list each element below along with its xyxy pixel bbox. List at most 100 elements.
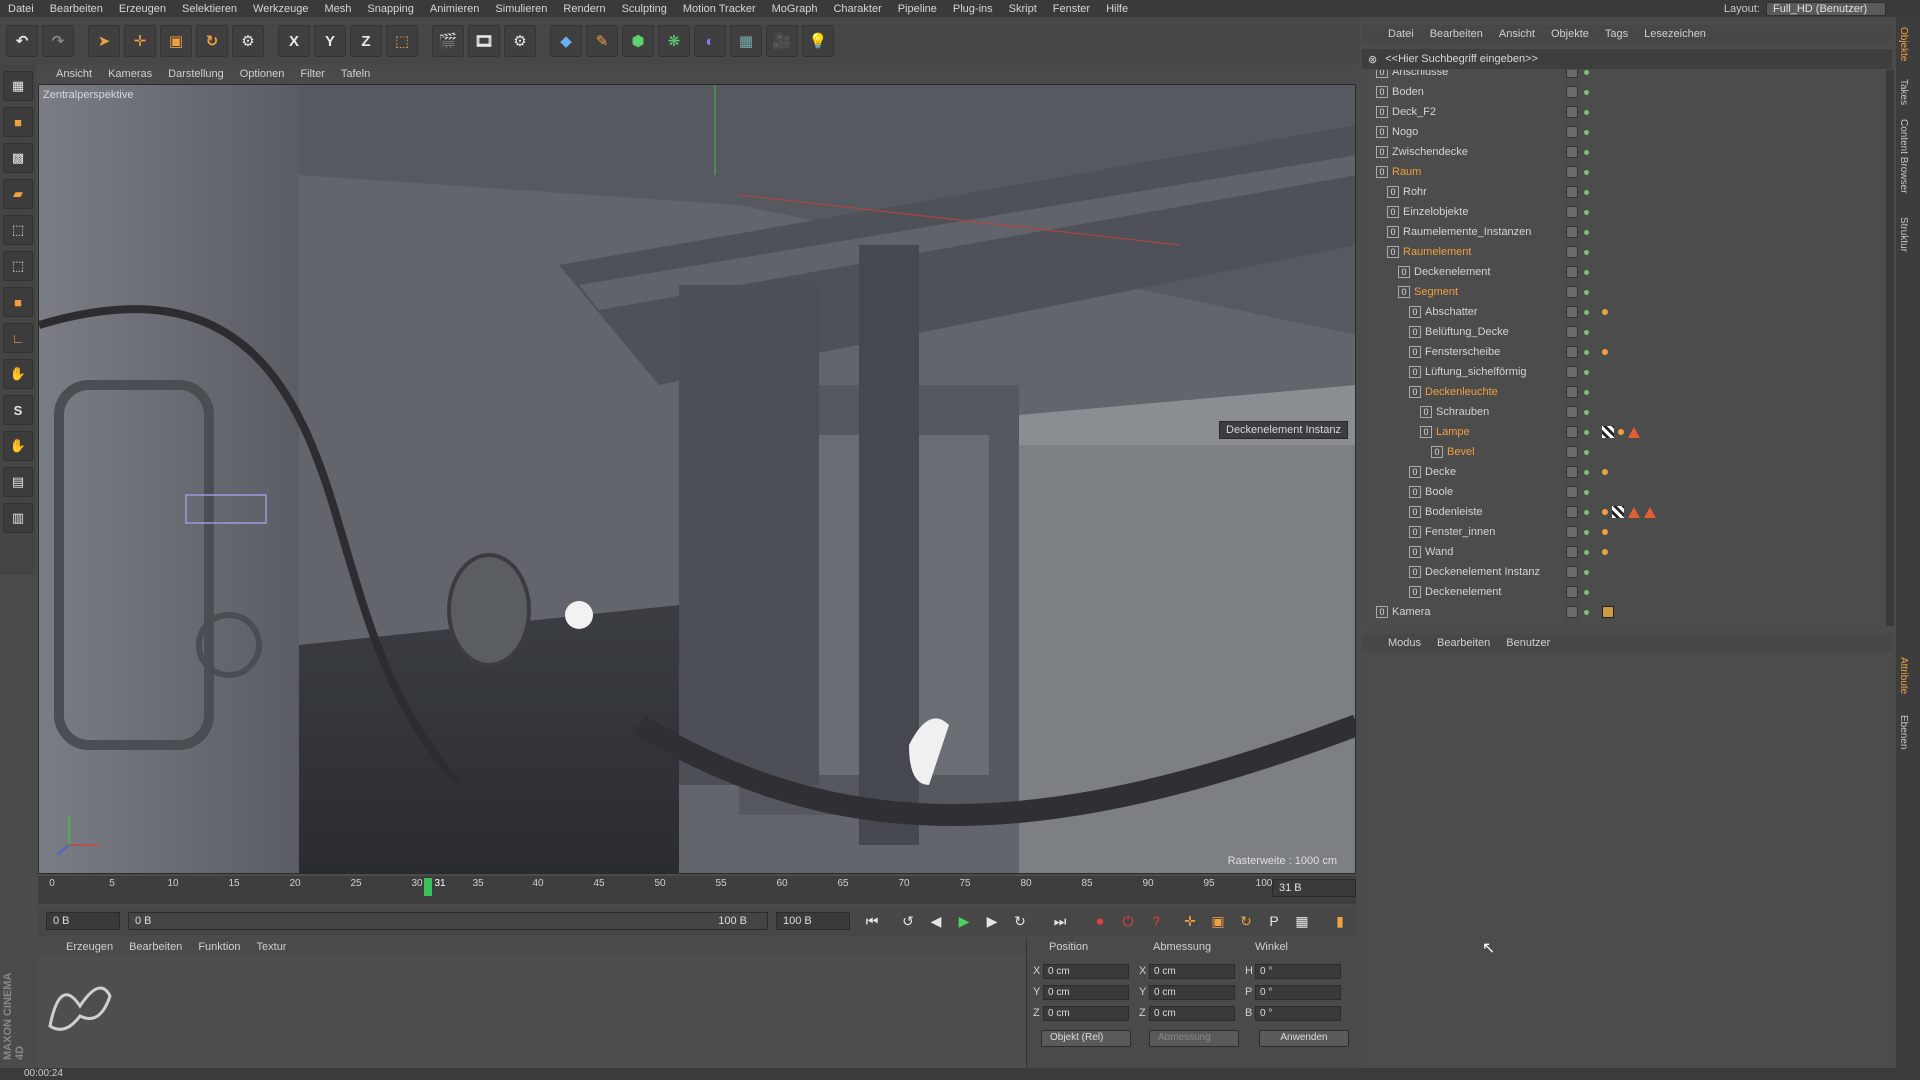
- menu-rendern[interactable]: Rendern: [555, 3, 613, 15]
- tab-objekte[interactable]: Objekte: [1898, 27, 1909, 61]
- 3d-viewport[interactable]: Zentralperspektive Deckenelement Instanz…: [38, 84, 1356, 874]
- object-tags[interactable]: [1602, 549, 1608, 555]
- tab-takes[interactable]: Takes: [1898, 79, 1909, 105]
- material-menu-textur[interactable]: Textur: [251, 941, 293, 953]
- am-menu-bearbeiten[interactable]: Bearbeiten: [1431, 637, 1496, 649]
- material-menu-bearbeiten[interactable]: Bearbeiten: [123, 941, 188, 953]
- timeline-options-icon[interactable]: ▮: [1328, 910, 1352, 932]
- material-tag-icon[interactable]: [1602, 309, 1608, 315]
- object-row[interactable]: 0 Kamera: [1362, 602, 1884, 622]
- axis-mode-icon[interactable]: ∟: [3, 323, 33, 353]
- visibility-toggle[interactable]: [1566, 226, 1578, 238]
- camera-icon[interactable]: 🎥: [766, 25, 798, 57]
- rot-b-field[interactable]: 0 °: [1255, 1006, 1341, 1021]
- visibility-toggle[interactable]: [1566, 166, 1578, 178]
- dim-y-field[interactable]: 0 cm: [1149, 985, 1235, 1000]
- object-tags[interactable]: [1602, 309, 1608, 315]
- visibility-toggle[interactable]: [1566, 306, 1578, 318]
- texture-tag-icon[interactable]: [1602, 426, 1614, 438]
- rot-h-field[interactable]: 0 °: [1255, 964, 1341, 979]
- render-dot-icon[interactable]: [1584, 269, 1589, 275]
- menu-mesh[interactable]: Mesh: [316, 3, 359, 15]
- object-row[interactable]: 0 Fensterscheibe: [1362, 342, 1884, 362]
- om-menu-ansicht[interactable]: Ansicht: [1493, 28, 1541, 40]
- visibility-toggle[interactable]: [1566, 186, 1578, 198]
- menu-simulieren[interactable]: Simulieren: [487, 3, 555, 15]
- object-row[interactable]: 0 Belüftung_Decke: [1362, 322, 1884, 342]
- pos-z-field[interactable]: 0 cm: [1043, 1006, 1129, 1021]
- coord-system-icon[interactable]: ⬚: [386, 25, 418, 57]
- pen-spline-icon[interactable]: ✎: [586, 25, 618, 57]
- visibility-toggle[interactable]: [1566, 406, 1578, 418]
- prev-key-icon[interactable]: ↺: [896, 910, 920, 932]
- render-picture-viewer-icon[interactable]: 🎞: [468, 25, 500, 57]
- visibility-toggle[interactable]: [1566, 506, 1578, 518]
- clear-search-icon[interactable]: ⊗: [1368, 53, 1377, 66]
- cube-primitive-icon[interactable]: ◆: [550, 25, 582, 57]
- visibility-toggle[interactable]: [1566, 86, 1578, 98]
- render-dot-icon[interactable]: [1584, 609, 1589, 615]
- undo-icon[interactable]: ↶: [6, 25, 38, 57]
- menu-fenster[interactable]: Fenster: [1045, 3, 1098, 15]
- menu-hilfe[interactable]: Hilfe: [1098, 3, 1136, 15]
- edges-mode-icon[interactable]: ⬚: [3, 251, 33, 281]
- redo-icon[interactable]: ↷: [42, 25, 74, 57]
- render-dot-icon[interactable]: [1584, 529, 1589, 535]
- next-key-icon[interactable]: ↻: [1008, 910, 1032, 932]
- playhead[interactable]: [424, 878, 432, 896]
- visibility-toggle[interactable]: [1566, 70, 1578, 78]
- viewport-menu-kameras[interactable]: Kameras: [102, 68, 158, 80]
- render-dot-icon[interactable]: [1584, 169, 1589, 175]
- start-frame-field[interactable]: 0 B: [46, 912, 120, 930]
- object-row[interactable]: 0 Bevel: [1362, 442, 1884, 462]
- render-dot-icon[interactable]: [1584, 109, 1589, 115]
- viewport-menu-tafeln[interactable]: Tafeln: [335, 68, 376, 80]
- render-dot-icon[interactable]: [1584, 70, 1589, 75]
- object-tags[interactable]: [1602, 426, 1640, 438]
- visibility-toggle[interactable]: [1566, 106, 1578, 118]
- texture-tag-icon[interactable]: [1612, 506, 1624, 518]
- visibility-toggle[interactable]: [1566, 206, 1578, 218]
- rot-p-field[interactable]: 0 °: [1255, 985, 1341, 1000]
- render-dot-icon[interactable]: [1584, 369, 1589, 375]
- coord-dim-select[interactable]: Abmessung: [1149, 1030, 1239, 1047]
- menu-charakter[interactable]: Charakter: [825, 3, 889, 15]
- phong-tag-icon[interactable]: [1644, 506, 1656, 518]
- object-row[interactable]: 0 Deckenelement Instanz: [1362, 562, 1884, 582]
- points-mode-icon[interactable]: ⬚: [3, 215, 33, 245]
- render-dot-icon[interactable]: [1584, 209, 1589, 215]
- subdivision-icon[interactable]: ⬢: [622, 25, 654, 57]
- material-tag-icon[interactable]: [1602, 529, 1608, 535]
- rotate-icon[interactable]: ↻: [196, 25, 228, 57]
- render-dot-icon[interactable]: [1584, 249, 1589, 255]
- visibility-toggle[interactable]: [1566, 266, 1578, 278]
- render-dot-icon[interactable]: [1584, 389, 1589, 395]
- render-dot-icon[interactable]: [1584, 289, 1589, 295]
- visibility-toggle[interactable]: [1566, 566, 1578, 578]
- snap-icon[interactable]: S: [3, 395, 33, 425]
- am-menu-benutzer[interactable]: Benutzer: [1500, 637, 1556, 649]
- render-dot-icon[interactable]: [1584, 349, 1589, 355]
- search-input[interactable]: <<Hier Suchbegriff eingeben>>: [1385, 53, 1538, 65]
- object-row[interactable]: 0 Abschatter: [1362, 302, 1884, 322]
- menu-animieren[interactable]: Animieren: [422, 3, 488, 15]
- visibility-toggle[interactable]: [1566, 606, 1578, 618]
- object-row[interactable]: 0 Nogo: [1362, 122, 1884, 142]
- current-frame-field[interactable]: 31 B: [1272, 879, 1356, 897]
- tab-attribute[interactable]: Attribute: [1898, 657, 1909, 694]
- sculpt-icon[interactable]: ✋: [3, 431, 33, 461]
- timeline-ruler[interactable]: 0 5 10 15 20 25 30 31 35 40 45 50 55 60 …: [38, 876, 1356, 904]
- object-row[interactable]: 0 Schrauben: [1362, 402, 1884, 422]
- object-row[interactable]: 0 Deckenelement: [1362, 582, 1884, 602]
- visibility-toggle[interactable]: [1566, 126, 1578, 138]
- material-tag-icon[interactable]: [1602, 549, 1608, 555]
- material-tag-icon[interactable]: [1602, 469, 1608, 475]
- material-tag-icon[interactable]: [1602, 349, 1608, 355]
- menu-skript[interactable]: Skript: [1001, 3, 1045, 15]
- record-icon[interactable]: ⏺: [1088, 910, 1112, 932]
- lock-workplane-icon[interactable]: ▥: [3, 503, 33, 533]
- make-editable-icon[interactable]: ▦: [3, 71, 33, 101]
- viewport-menu-ansicht[interactable]: Ansicht: [50, 68, 98, 80]
- render-dot-icon[interactable]: [1584, 549, 1589, 555]
- object-tags[interactable]: [1602, 469, 1608, 475]
